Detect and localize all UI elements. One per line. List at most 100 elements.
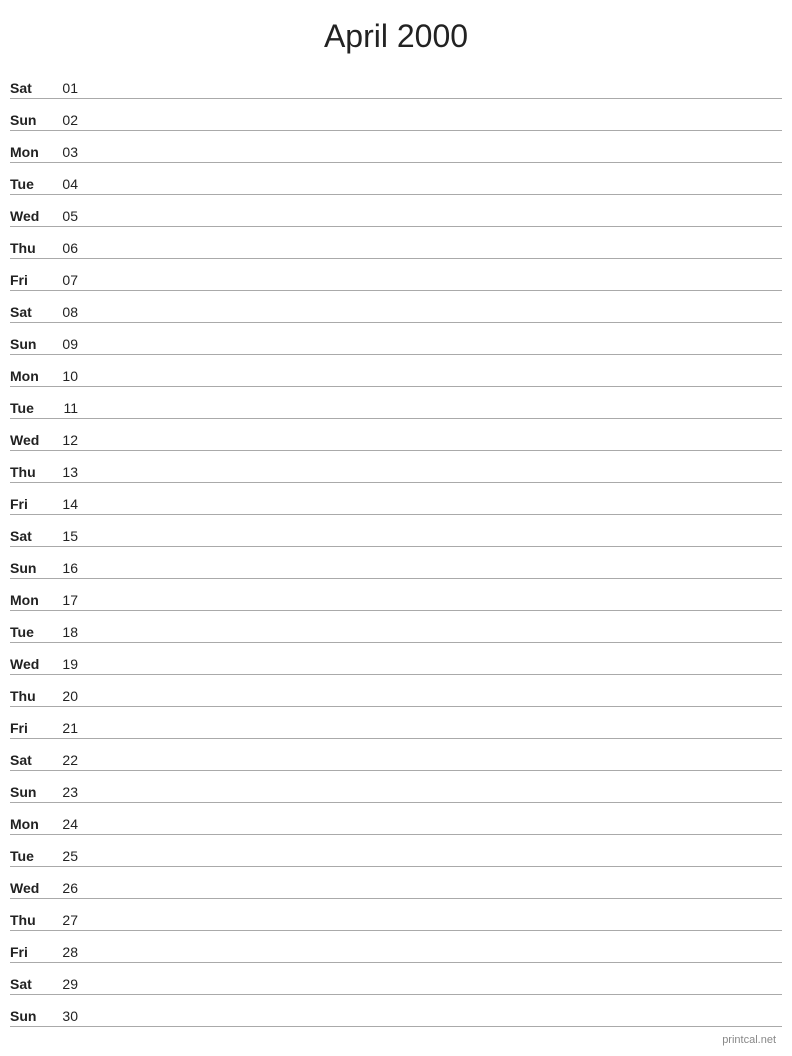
day-line: [86, 479, 782, 480]
day-number: 01: [50, 80, 78, 96]
day-row: Wed12: [10, 419, 782, 451]
day-name: Fri: [10, 272, 50, 288]
day-line: [86, 863, 782, 864]
day-name: Sat: [10, 752, 50, 768]
day-name: Sat: [10, 80, 50, 96]
day-number: 27: [50, 912, 78, 928]
day-number: 28: [50, 944, 78, 960]
day-row: Fri28: [10, 931, 782, 963]
day-line: [86, 703, 782, 704]
day-name: Mon: [10, 368, 50, 384]
day-number: 04: [50, 176, 78, 192]
day-line: [86, 287, 782, 288]
day-name: Thu: [10, 912, 50, 928]
day-number: 07: [50, 272, 78, 288]
day-line: [86, 127, 782, 128]
day-line: [86, 447, 782, 448]
day-number: 20: [50, 688, 78, 704]
calendar-list: Sat01Sun02Mon03Tue04Wed05Thu06Fri07Sat08…: [0, 67, 792, 1027]
day-line: [86, 1023, 782, 1024]
day-number: 26: [50, 880, 78, 896]
day-row: Sat01: [10, 67, 782, 99]
day-line: [86, 799, 782, 800]
day-line: [86, 639, 782, 640]
day-row: Thu27: [10, 899, 782, 931]
day-row: Sun23: [10, 771, 782, 803]
day-line: [86, 383, 782, 384]
day-number: 02: [50, 112, 78, 128]
day-row: Fri21: [10, 707, 782, 739]
day-name: Sun: [10, 1008, 50, 1024]
day-row: Fri07: [10, 259, 782, 291]
day-line: [86, 927, 782, 928]
day-number: 25: [50, 848, 78, 864]
day-row: Mon24: [10, 803, 782, 835]
day-line: [86, 735, 782, 736]
day-row: Tue11: [10, 387, 782, 419]
day-row: Wed26: [10, 867, 782, 899]
day-line: [86, 319, 782, 320]
day-name: Wed: [10, 432, 50, 448]
day-number: 17: [50, 592, 78, 608]
day-number: 11: [50, 400, 78, 416]
day-line: [86, 543, 782, 544]
day-name: Sun: [10, 560, 50, 576]
page-title: April 2000: [0, 0, 792, 67]
day-row: Thu13: [10, 451, 782, 483]
day-name: Tue: [10, 400, 50, 416]
day-number: 18: [50, 624, 78, 640]
day-row: Fri14: [10, 483, 782, 515]
day-row: Sat08: [10, 291, 782, 323]
day-line: [86, 95, 782, 96]
day-line: [86, 767, 782, 768]
day-line: [86, 895, 782, 896]
day-row: Thu20: [10, 675, 782, 707]
day-number: 16: [50, 560, 78, 576]
day-name: Fri: [10, 496, 50, 512]
day-line: [86, 159, 782, 160]
day-name: Mon: [10, 816, 50, 832]
day-line: [86, 191, 782, 192]
day-number: 24: [50, 816, 78, 832]
day-name: Mon: [10, 592, 50, 608]
day-name: Thu: [10, 688, 50, 704]
day-line: [86, 351, 782, 352]
day-line: [86, 415, 782, 416]
day-line: [86, 991, 782, 992]
day-row: Sun16: [10, 547, 782, 579]
day-name: Wed: [10, 208, 50, 224]
day-number: 05: [50, 208, 78, 224]
day-line: [86, 831, 782, 832]
day-row: Mon17: [10, 579, 782, 611]
day-name: Sun: [10, 112, 50, 128]
day-number: 13: [50, 464, 78, 480]
day-line: [86, 575, 782, 576]
day-number: 10: [50, 368, 78, 384]
day-row: Tue04: [10, 163, 782, 195]
day-row: Tue25: [10, 835, 782, 867]
day-name: Wed: [10, 656, 50, 672]
day-name: Sun: [10, 784, 50, 800]
day-row: Mon03: [10, 131, 782, 163]
day-row: Wed05: [10, 195, 782, 227]
day-number: 06: [50, 240, 78, 256]
day-name: Sat: [10, 976, 50, 992]
day-name: Mon: [10, 144, 50, 160]
day-name: Sun: [10, 336, 50, 352]
day-number: 14: [50, 496, 78, 512]
day-line: [86, 959, 782, 960]
day-number: 21: [50, 720, 78, 736]
day-name: Sat: [10, 528, 50, 544]
day-line: [86, 223, 782, 224]
day-name: Thu: [10, 464, 50, 480]
day-row: Mon10: [10, 355, 782, 387]
day-name: Thu: [10, 240, 50, 256]
day-row: Sun09: [10, 323, 782, 355]
day-row: Sat22: [10, 739, 782, 771]
day-number: 15: [50, 528, 78, 544]
day-row: Wed19: [10, 643, 782, 675]
day-number: 08: [50, 304, 78, 320]
day-line: [86, 255, 782, 256]
day-row: Sat29: [10, 963, 782, 995]
day-row: Tue18: [10, 611, 782, 643]
